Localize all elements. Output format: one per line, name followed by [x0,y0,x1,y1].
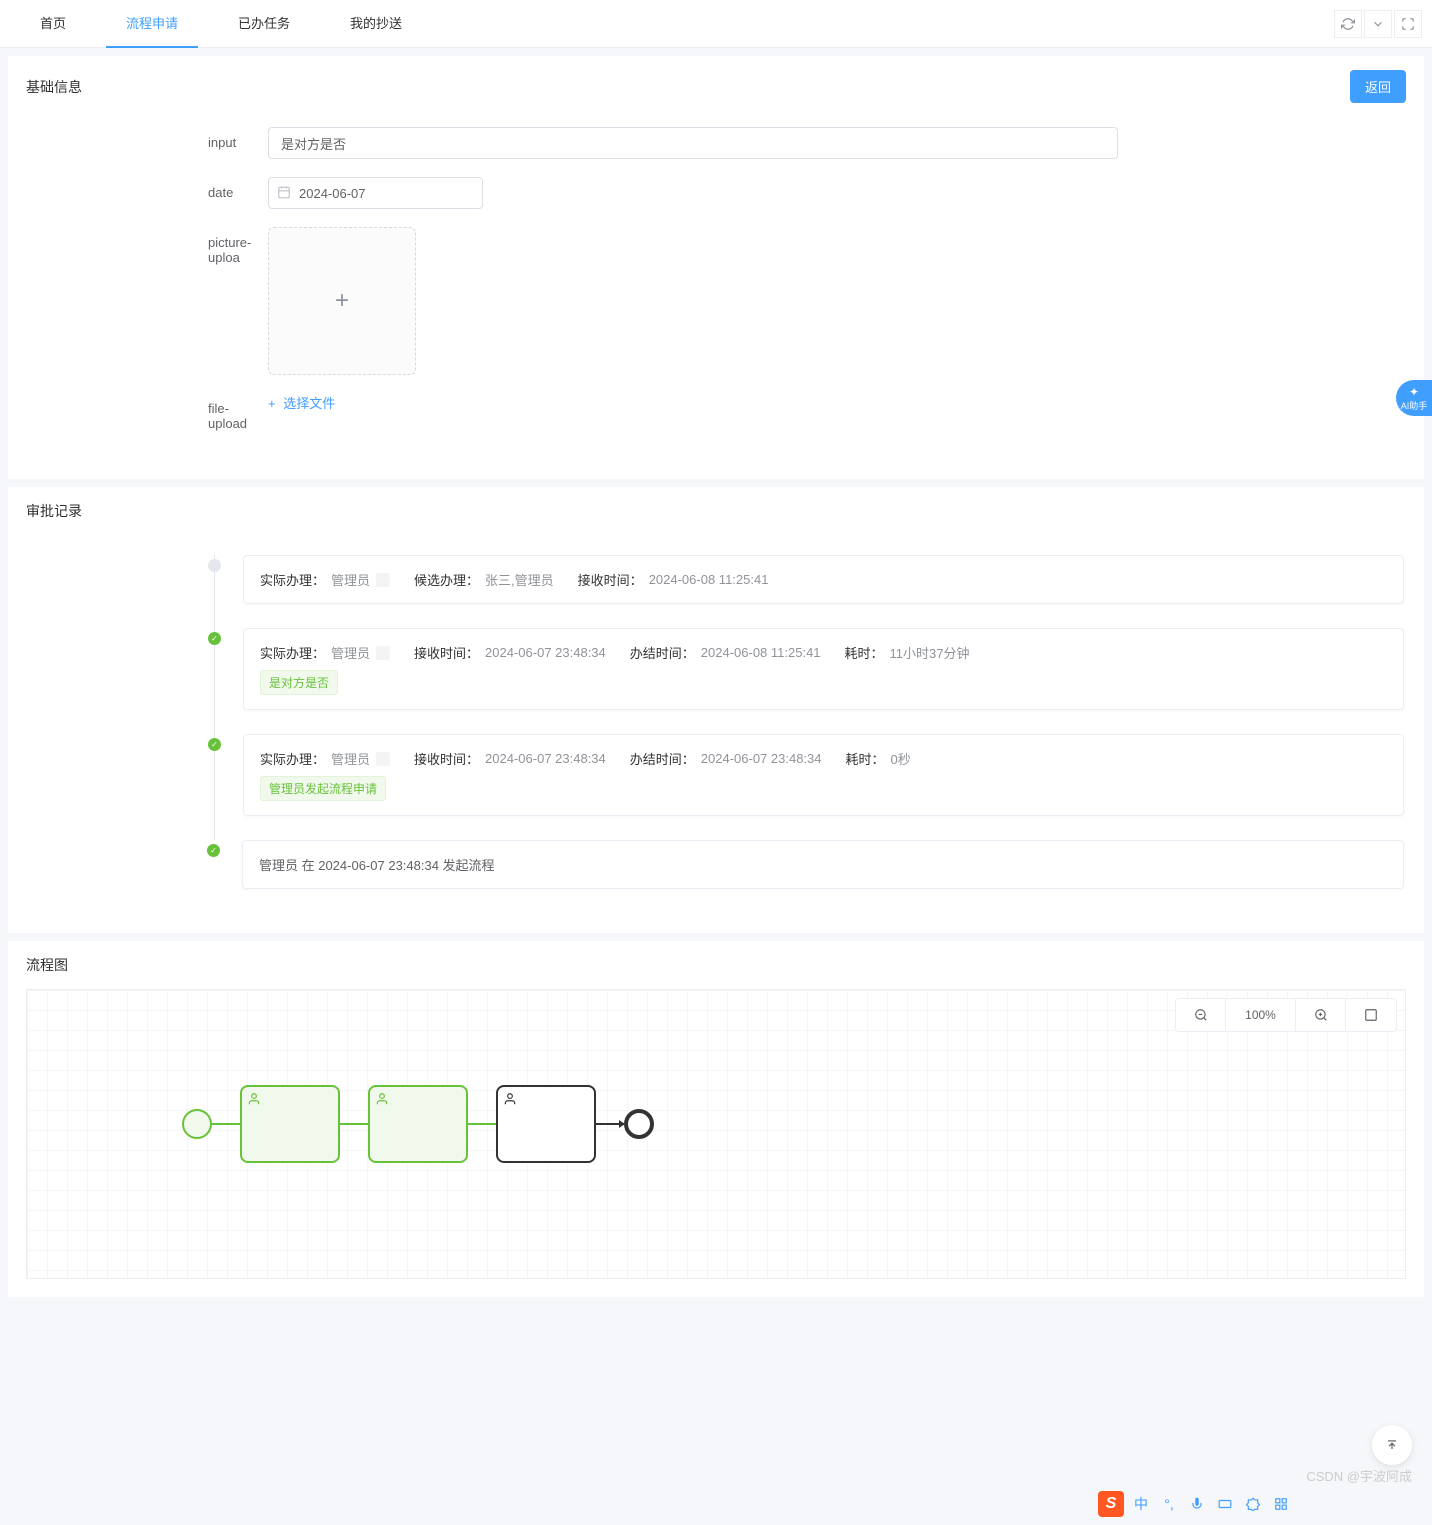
comment-tag: 是对方是否 [260,670,338,695]
ime-lang-button[interactable]: 中 [1130,1493,1152,1515]
back-button[interactable]: 返回 [1350,70,1406,103]
timeline-item: 实际办理：管理员 接收时间：2024-06-07 23:48:34 办结时间：2… [214,734,1404,840]
arrow-up-icon [1385,1438,1399,1452]
basic-info-header: 基础信息 返回 [8,56,1424,117]
timeline-dot-done [208,738,221,751]
timeline-card: 实际办理：管理员 接收时间：2024-06-07 23:48:34 办结时间：2… [243,734,1404,816]
date-field[interactable]: 2024-06-07 [268,177,483,209]
flow-connector [212,1123,240,1125]
tab-done[interactable]: 已办任务 [218,0,310,48]
approval-records-title: 审批记录 [26,501,82,521]
watermark: CSDN @宇波阿成 [1306,1466,1412,1485]
refresh-icon[interactable] [1334,10,1362,38]
user-task-icon [503,1092,517,1106]
ime-logo-icon[interactable]: S [1098,1491,1124,1517]
avatar-placeholder [376,752,390,766]
input-field[interactable] [268,127,1118,159]
timeline-item: 实际办理：管理员 接收时间：2024-06-07 23:48:34 办结时间：2… [214,628,1404,734]
date-label: date [28,177,268,200]
sparkle-icon: ✦ [1409,385,1419,399]
tab-cc[interactable]: 我的抄送 [330,0,422,48]
avatar-placeholder [376,573,390,587]
timeline: 实际办理：管理员 候选办理：张三,管理员 接收时间：2024-06-08 11:… [8,535,1424,933]
flow-start-node[interactable] [182,1109,212,1139]
timeline-dot-pending [208,559,221,572]
input-label: input [28,127,268,150]
flow-task-node[interactable] [368,1085,468,1163]
ime-mic-icon[interactable] [1186,1493,1208,1515]
flow-toolbar: 100% [1175,998,1397,1032]
ime-toolbox-icon[interactable] [1270,1493,1292,1515]
basic-info-panel: 基础信息 返回 input date 2024-06-07 picture-up… [8,56,1424,479]
date-value: 2024-06-07 [299,186,366,201]
comment-tag: 管理员发起流程申请 [260,776,386,801]
plus-small-icon: + [268,396,276,411]
tab-apply[interactable]: 流程申请 [106,0,198,48]
user-task-icon [375,1092,389,1106]
zoom-level: 100% [1226,999,1296,1031]
ai-helper-button[interactable]: ✦ AI助手 [1396,380,1432,416]
flow-connector [596,1123,624,1125]
fullscreen-icon[interactable] [1394,10,1422,38]
calendar-icon [277,185,291,202]
user-task-icon [247,1092,261,1106]
approval-records-panel: 审批记录 实际办理：管理员 候选办理：张三,管理员 接收时间：2024-06-0… [8,487,1424,933]
zoom-out-button[interactable] [1176,999,1226,1031]
top-tabs: 首页 流程申请 已办任务 我的抄送 [0,0,1432,48]
flow-task-node-current[interactable] [496,1085,596,1163]
avatar-placeholder [376,646,390,660]
start-text: 管理员 在 2024-06-07 23:48:34 发起流程 [259,855,495,874]
flow-diagram [182,1085,654,1163]
flow-end-node[interactable] [624,1109,654,1139]
ime-keyboard-icon[interactable] [1214,1493,1236,1515]
timeline-card: 实际办理：管理员 候选办理：张三,管理员 接收时间：2024-06-08 11:… [243,555,1404,604]
top-right-actions [1334,10,1422,38]
file-select-button[interactable]: + 选择文件 [268,396,335,411]
flow-task-node[interactable] [240,1085,340,1163]
ime-toolbar: S 中 °, [1098,1491,1292,1517]
timeline-card: 管理员 在 2024-06-07 23:48:34 发起流程 [242,840,1404,889]
file-upload-label: file-upload [28,393,268,431]
scroll-top-button[interactable] [1372,1425,1412,1465]
flow-chart-panel: 流程图 100% [8,941,1424,1297]
chevron-down-icon[interactable] [1364,10,1392,38]
picture-upload-box[interactable]: + [268,227,416,375]
zoom-in-button[interactable] [1296,999,1346,1031]
plus-icon: + [335,287,349,315]
flow-chart-title: 流程图 [26,955,68,975]
timeline-item: 管理员 在 2024-06-07 23:48:34 发起流程 [214,840,1404,913]
picture-upload-label: picture-uploa [28,227,268,265]
tab-home[interactable]: 首页 [20,0,86,48]
fit-view-button[interactable] [1346,999,1396,1031]
flow-canvas[interactable]: 100% [26,989,1406,1279]
timeline-dot-done [207,844,220,857]
flow-connector [340,1123,368,1125]
flow-connector [468,1123,496,1125]
timeline-item: 实际办理：管理员 候选办理：张三,管理员 接收时间：2024-06-08 11:… [214,555,1404,628]
approval-records-header: 审批记录 [8,487,1424,535]
basic-info-title: 基础信息 [26,77,82,97]
ime-skin-icon[interactable] [1242,1493,1264,1515]
flow-chart-header: 流程图 [8,941,1424,989]
ime-punct-button[interactable]: °, [1158,1493,1180,1515]
timeline-card: 实际办理：管理员 接收时间：2024-06-07 23:48:34 办结时间：2… [243,628,1404,710]
timeline-dot-done [208,632,221,645]
